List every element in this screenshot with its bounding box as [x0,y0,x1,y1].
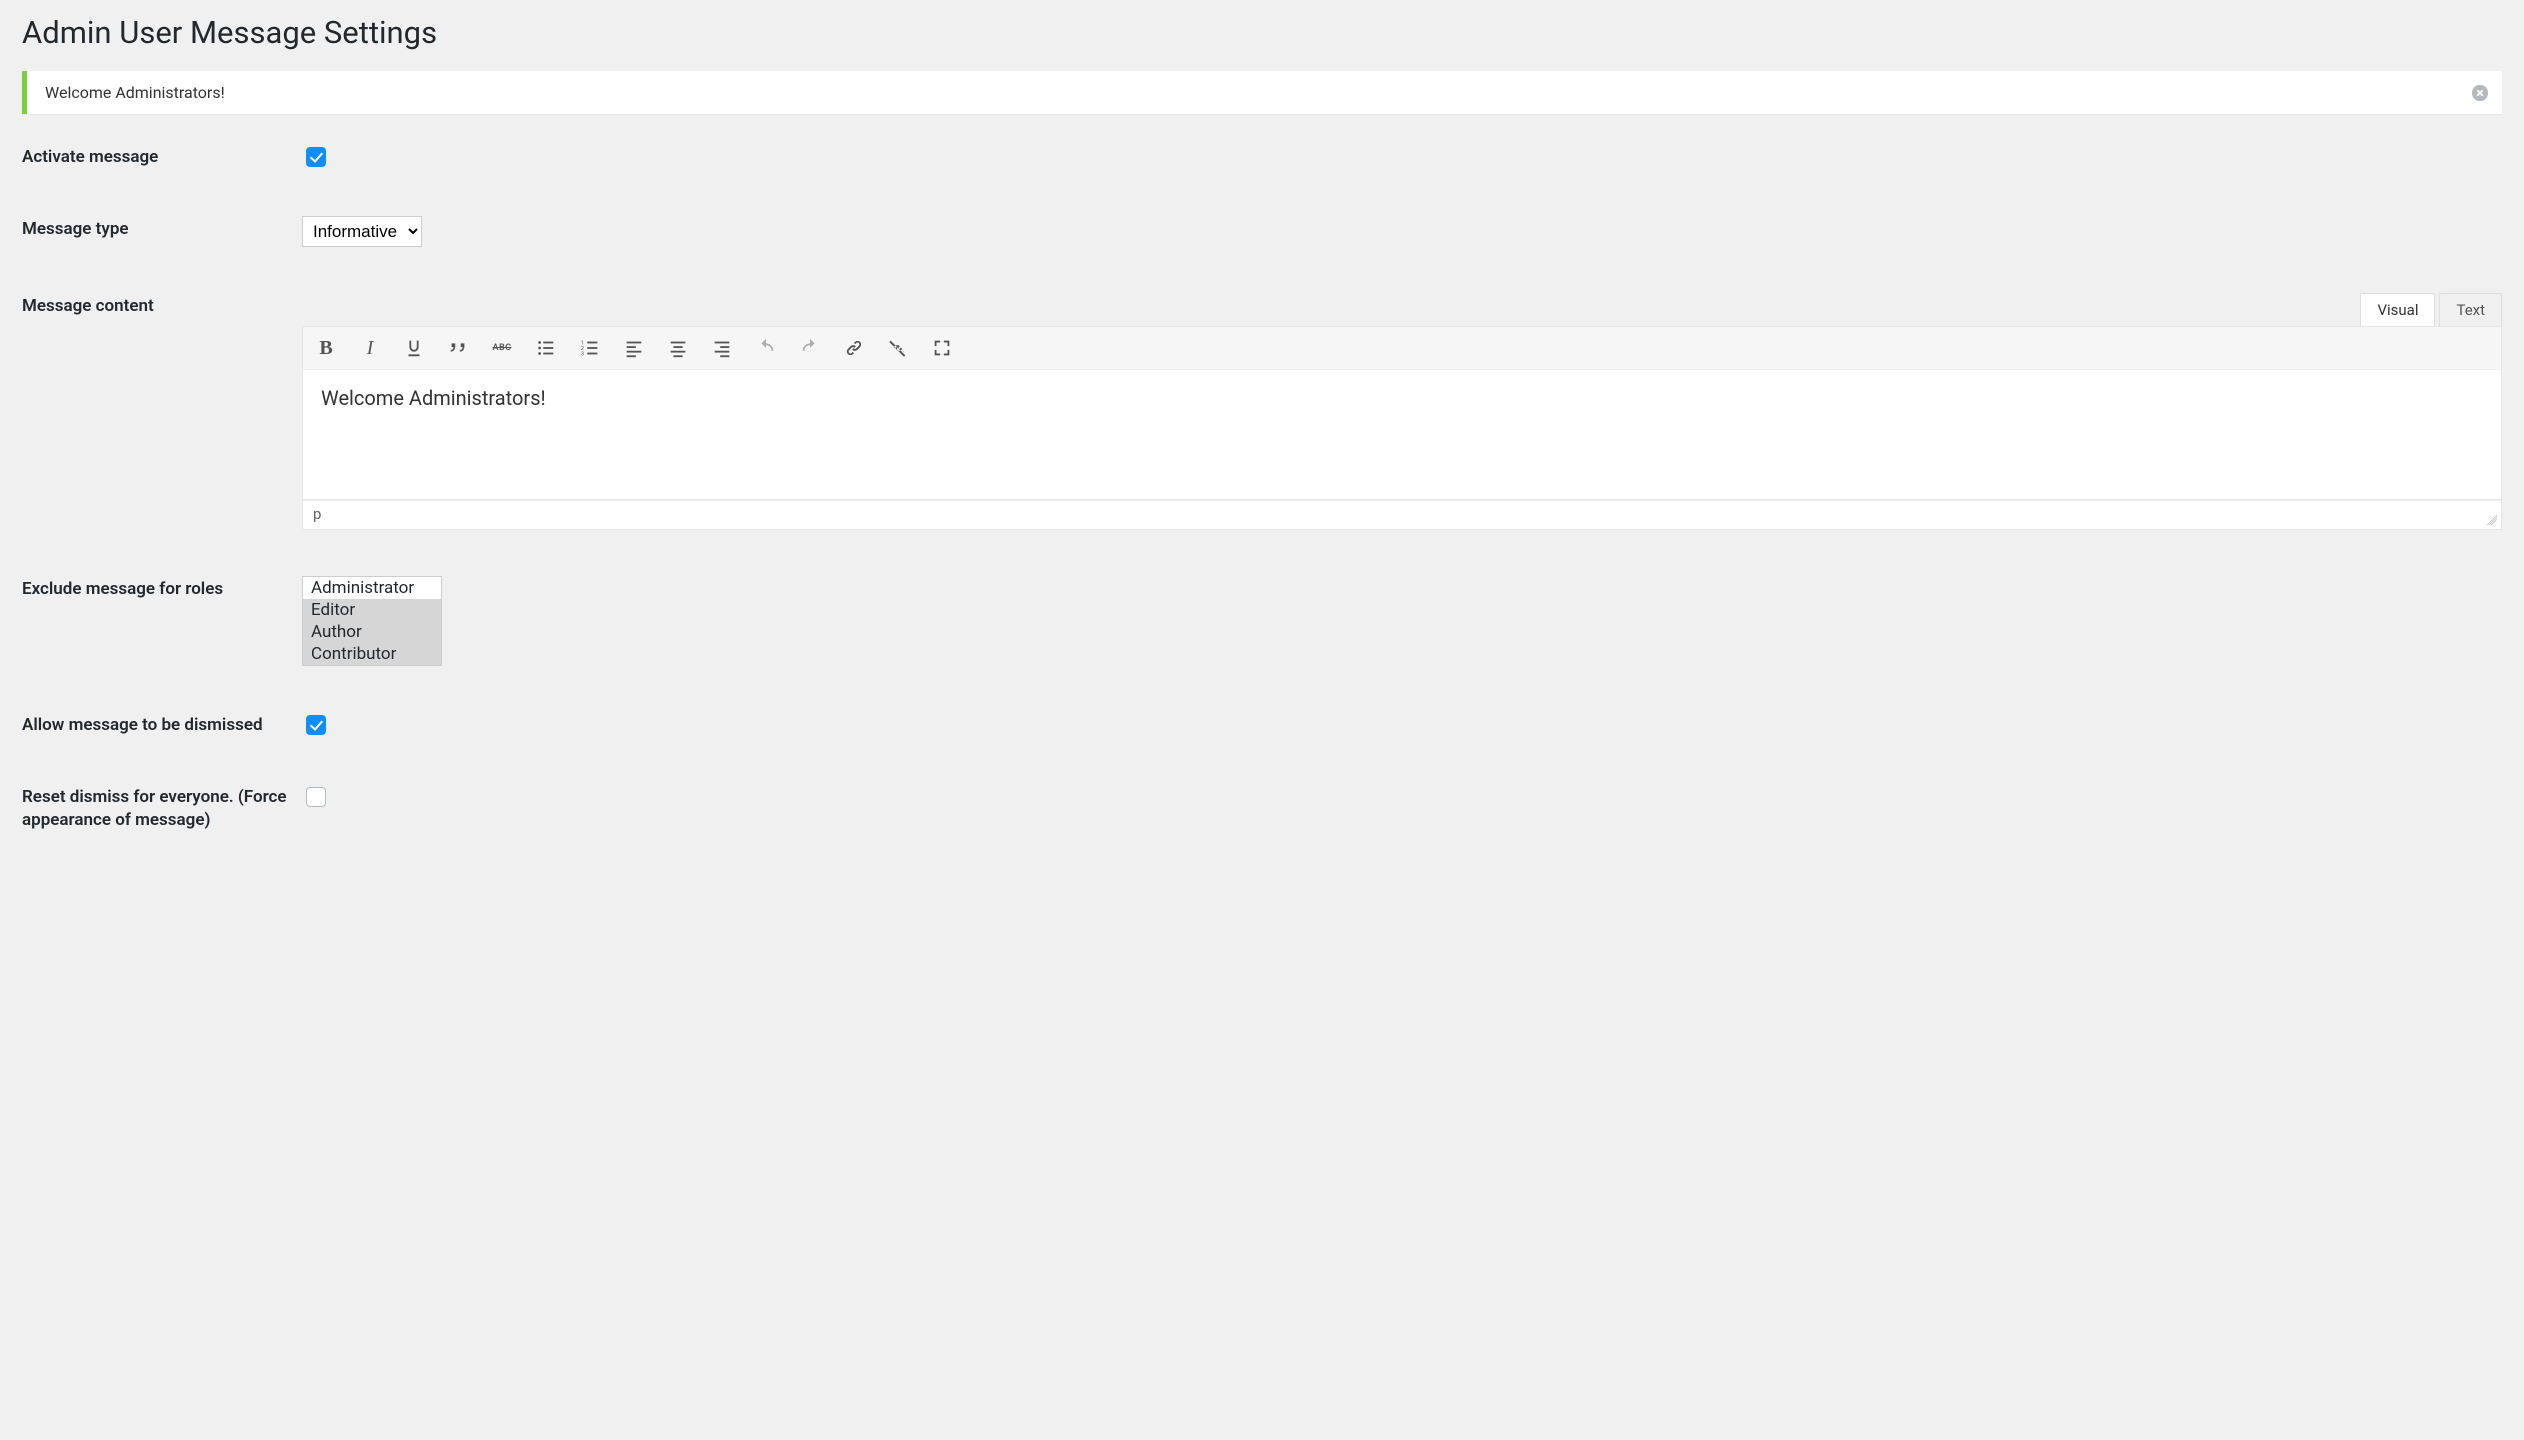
label-exclude: Exclude message for roles [22,576,302,601]
message-type-select[interactable]: Informative [302,216,422,247]
label-reset: Reset dismiss for everyone. (Force appea… [22,784,302,832]
bold-icon[interactable]: B [313,335,339,361]
strikethrough-icon[interactable]: ABC [489,335,515,361]
editor-toolbar: B I ABC 123 [302,326,2502,370]
editor-tab-visual[interactable]: Visual [2360,293,2435,326]
link-icon[interactable] [841,335,867,361]
row-exclude: Exclude message for roles Administrator … [22,576,2502,666]
label-dismiss: Allow message to be dismissed [22,712,302,737]
row-reset: Reset dismiss for everyone. (Force appea… [22,784,2502,832]
undo-icon[interactable] [753,335,779,361]
row-type: Message type Informative [22,216,2502,247]
row-activate: Activate message [22,144,2502,170]
dismiss-notice-button[interactable] [2470,83,2490,103]
reset-checkbox[interactable] [306,787,326,807]
svg-text:3: 3 [581,351,584,357]
align-center-icon[interactable] [665,335,691,361]
underline-icon[interactable] [401,335,427,361]
row-content: Message content Visual Text B I ABC 123 … [22,293,2502,530]
role-option[interactable]: Administrator [303,577,441,599]
bullet-list-icon[interactable] [533,335,559,361]
role-option[interactable]: Contributor [303,643,441,665]
dismiss-checkbox[interactable] [306,715,326,735]
editor-tabs: Visual Text [302,293,2502,326]
activate-checkbox[interactable] [306,147,326,167]
blockquote-icon[interactable] [445,335,471,361]
editor-status-path: p [302,500,2502,530]
admin-notice-text: Welcome Administrators! [45,83,225,102]
fullscreen-icon[interactable] [929,335,955,361]
close-icon [2471,84,2489,102]
align-left-icon[interactable] [621,335,647,361]
exclude-roles-select[interactable]: Administrator Editor Author Contributor [302,576,442,666]
editor: Visual Text B I ABC 123 Welcome Administ… [302,293,2502,530]
page-title: Admin User Message Settings [22,14,2502,51]
italic-icon[interactable]: I [357,335,383,361]
label-activate: Activate message [22,144,302,169]
editor-content[interactable]: Welcome Administrators! [302,370,2502,500]
editor-tab-text[interactable]: Text [2439,293,2502,326]
align-right-icon[interactable] [709,335,735,361]
role-option[interactable]: Author [303,621,441,643]
unlink-icon[interactable] [885,335,911,361]
admin-notice: Welcome Administrators! [22,71,2502,114]
label-type: Message type [22,216,302,241]
label-content: Message content [22,293,302,318]
numbered-list-icon[interactable]: 123 [577,335,603,361]
role-option[interactable]: Editor [303,599,441,621]
row-dismiss: Allow message to be dismissed [22,712,2502,738]
redo-icon[interactable] [797,335,823,361]
